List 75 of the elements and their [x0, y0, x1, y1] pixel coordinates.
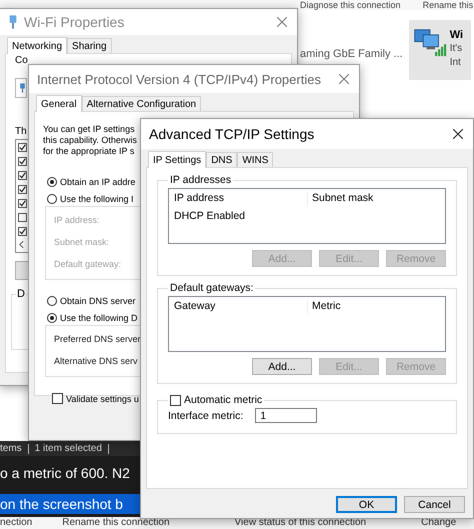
list-cell[interactable]: DHCP Enabled	[174, 210, 246, 222]
close-icon	[453, 129, 463, 139]
radio-label: Obtain DNS server	[60, 296, 136, 306]
list-view[interactable]: IP address Subnet mask DHCP Enabled	[168, 188, 446, 244]
tab[interactable]: Networking	[7, 37, 68, 54]
highlighted-text: on the screenshot b	[0, 494, 140, 514]
column-header[interactable]: IP address	[174, 192, 308, 206]
checkbox[interactable]	[18, 157, 27, 166]
dialog-button[interactable]: OK	[336, 496, 397, 513]
intro-text: for the appropriate IP s	[43, 146, 134, 157]
radio-label: Obtain an IP addre	[60, 177, 136, 187]
caption-text: o a metric of 600. N2	[0, 465, 130, 481]
field-label: Subnet mask:	[54, 236, 110, 249]
window-title: Wi-Fi Properties	[24, 14, 126, 30]
checkbox[interactable]	[18, 143, 27, 152]
tab[interactable]: WINS	[237, 152, 274, 167]
field-label: Default gateway:	[54, 258, 122, 271]
tab[interactable]: Sharing	[67, 38, 112, 53]
field-label: Preferred DNS server	[54, 333, 141, 346]
group-label: Default gateways:	[169, 282, 254, 294]
connection-detail: It's	[450, 42, 464, 56]
scroll-left-icon[interactable]	[19, 241, 24, 248]
network-adapter-icon	[8, 15, 18, 29]
toolbar-command[interactable]: Rename this	[422, 0, 474, 10]
network-adapter-icon	[19, 82, 26, 94]
checkbox[interactable]	[18, 227, 27, 236]
tab[interactable]: Alternative Configuration	[82, 96, 202, 111]
connection-name: Wi	[450, 28, 464, 42]
checkbox-label: Validate settings u	[66, 394, 139, 404]
toolbar-command[interactable]: Rename this connection	[62, 517, 170, 529]
list-view[interactable]: Gateway Metric	[168, 296, 446, 352]
radio-button[interactable]	[47, 296, 57, 306]
tab[interactable]: IP Settings	[148, 151, 206, 168]
list-label: Th	[15, 126, 27, 137]
checkbox[interactable]	[170, 394, 181, 406]
column-header[interactable]: Gateway	[174, 300, 308, 314]
checkbox-label: Automatic metric	[184, 394, 262, 406]
checkbox[interactable]	[18, 213, 27, 222]
column-header[interactable]: Metric	[312, 300, 341, 314]
window-title: Advanced TCP/IP Settings	[149, 126, 316, 142]
radio-button[interactable]	[47, 313, 57, 323]
field-label: Interface metric:	[168, 410, 244, 422]
metric-input[interactable]: 1	[255, 408, 318, 423]
connection-detail: Int	[450, 56, 462, 70]
network-computers-icon	[412, 28, 447, 57]
checkbox[interactable]	[18, 199, 27, 208]
checkbox[interactable]	[52, 393, 63, 404]
intro-text: You can get IP settings	[43, 124, 135, 135]
window-title: Internet Protocol Version 4 (TCP/IPv4) Properties	[37, 72, 322, 86]
field-label: IP address:	[54, 214, 100, 227]
close-button[interactable]	[451, 127, 465, 141]
column-header[interactable]: Subnet mask	[312, 192, 374, 206]
toolbar-command[interactable]: nection	[0, 517, 32, 529]
tab[interactable]: General	[36, 95, 82, 112]
checkbox[interactable]	[18, 185, 27, 194]
checkbox[interactable]	[18, 171, 27, 180]
intro-text: this capability. Otherwis	[43, 135, 137, 146]
connection-tile[interactable]: Wi It's Int	[408, 20, 471, 80]
status-text: tems	[0, 443, 22, 454]
field-label: Co	[15, 55, 28, 66]
field-label: Alternative DNS serv	[54, 355, 138, 368]
radio-label: Use the following D	[60, 313, 138, 323]
toolbar-command[interactable]: Diagnose this connection	[300, 0, 401, 10]
close-icon	[277, 17, 287, 27]
close-icon	[339, 74, 349, 84]
radio-button[interactable]	[47, 194, 57, 204]
adapter-description: aming GbE Family ...	[300, 48, 403, 60]
group-label: IP addresses	[169, 174, 232, 186]
group-label: D	[16, 288, 26, 300]
tab[interactable]: DNS	[206, 152, 238, 167]
radio-button[interactable]	[47, 177, 57, 187]
dialog-button[interactable]: Add...	[252, 358, 312, 375]
dialog-button[interactable]: Cancel	[404, 496, 465, 513]
status-text: 1 item selected	[34, 443, 102, 454]
radio-label: Use the following I	[60, 194, 134, 204]
